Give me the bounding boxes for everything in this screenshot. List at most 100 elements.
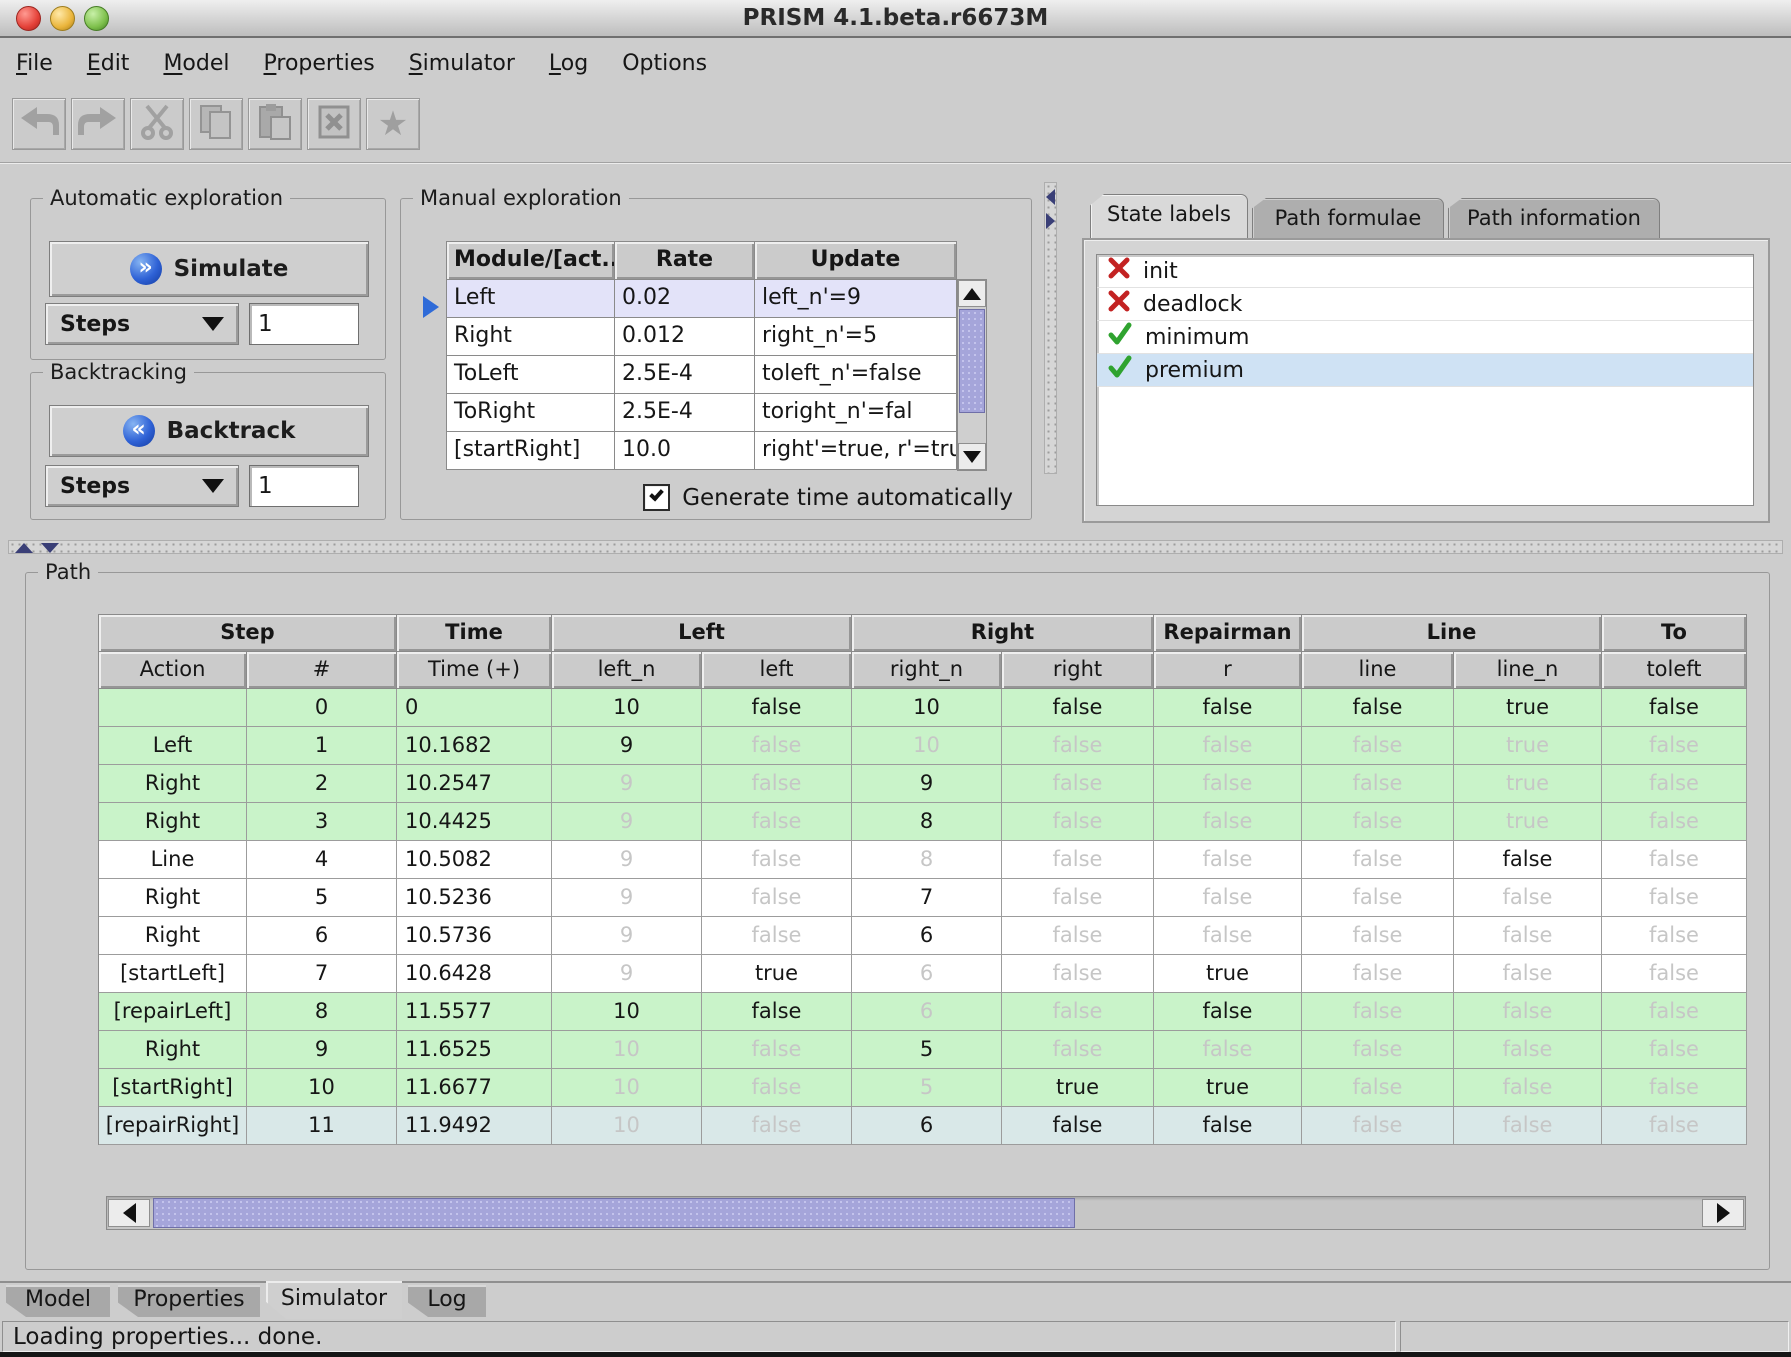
path-cell-r8-line[interactable]: false <box>1302 993 1454 1031</box>
path-cell-r4-right[interactable]: false <box>1002 841 1154 879</box>
collapse-left-icon[interactable] <box>1046 189 1055 205</box>
path-cell-r1-Action[interactable]: Left <box>99 727 247 765</box>
path-cell-r11-left[interactable]: false <box>702 1107 852 1145</box>
path-cell-r0-line_n[interactable]: true <box>1454 689 1602 727</box>
menu-properties[interactable]: Properties <box>264 51 375 76</box>
path-cell-r3-line[interactable]: false <box>1302 803 1454 841</box>
path-column-header[interactable]: line <box>1302 652 1454 689</box>
backtrack-steps-dropdown[interactable]: Steps <box>45 465 239 507</box>
path-cell-r5-line_n[interactable]: false <box>1454 879 1602 917</box>
collapse-down-icon[interactable] <box>41 543 59 553</box>
path-cell-r7-line_n[interactable]: false <box>1454 955 1602 993</box>
path-cell-r9-right[interactable]: false <box>1002 1031 1154 1069</box>
path-cell-r3-toleft[interactable]: false <box>1602 803 1747 841</box>
path-cell-r10-left[interactable]: false <box>702 1069 852 1107</box>
path-cell-r5-line[interactable]: false <box>1302 879 1454 917</box>
path-cell-r8-Action[interactable]: [repairLeft] <box>99 993 247 1031</box>
scroll-left-button[interactable] <box>108 1199 150 1227</box>
menu-edit[interactable]: Edit <box>87 51 130 76</box>
path-cell-r3-#[interactable]: 3 <box>247 803 397 841</box>
path-cell-r10-right[interactable]: true <box>1002 1069 1154 1107</box>
path-cell-r5-toleft[interactable]: false <box>1602 879 1747 917</box>
scrollbar-thumb[interactable] <box>153 1198 1075 1228</box>
path-cell-r9-left_n[interactable]: 10 <box>552 1031 702 1069</box>
path-cell-r1-Time(+)[interactable]: 10.1682 <box>397 727 552 765</box>
path-cell-r11-Action[interactable]: [repairRight] <box>99 1107 247 1145</box>
path-cell-r7-Action[interactable]: [startLeft] <box>99 955 247 993</box>
path-cell-r3-left_n[interactable]: 9 <box>552 803 702 841</box>
path-cell-r6-Time(+)[interactable]: 10.5736 <box>397 917 552 955</box>
path-cell-r5-left[interactable]: false <box>702 879 852 917</box>
backtrack-steps-input[interactable]: 1 <box>249 465 359 507</box>
path-cell-r2-toleft[interactable]: false <box>1602 765 1747 803</box>
path-cell-r7-r[interactable]: true <box>1154 955 1302 993</box>
path-cell-r1-r[interactable]: false <box>1154 727 1302 765</box>
path-column-header[interactable]: right_n <box>852 652 1002 689</box>
path-cell-r2-left_n[interactable]: 9 <box>552 765 702 803</box>
tab-path-information[interactable]: Path information <box>1448 198 1660 238</box>
path-cell-r2-line_n[interactable]: true <box>1454 765 1602 803</box>
menu-options[interactable]: Options <box>622 51 707 76</box>
path-cell-r6-left[interactable]: false <box>702 917 852 955</box>
horizontal-splitter[interactable] <box>8 540 1783 554</box>
state-label-item-init[interactable]: init <box>1097 255 1753 288</box>
path-cell-r7-line[interactable]: false <box>1302 955 1454 993</box>
generate-time-checkbox[interactable] <box>643 484 670 511</box>
path-cell-r8-right[interactable]: false <box>1002 993 1154 1031</box>
path-cell-r4-#[interactable]: 4 <box>247 841 397 879</box>
path-cell-r7-left[interactable]: true <box>702 955 852 993</box>
path-cell-r4-line_n[interactable]: false <box>1454 841 1602 879</box>
path-cell-r9-line_n[interactable]: false <box>1454 1031 1602 1069</box>
cut-button[interactable] <box>130 98 184 150</box>
path-cell-r5-Time(+)[interactable]: 10.5236 <box>397 879 552 917</box>
path-cell-r4-Time(+)[interactable]: 10.5082 <box>397 841 552 879</box>
menu-model[interactable]: Model <box>163 51 229 76</box>
manual-table-vertical-scrollbar[interactable] <box>957 279 987 471</box>
path-cell-r2-right_n[interactable]: 9 <box>852 765 1002 803</box>
state-label-item-minimum[interactable]: minimum <box>1097 321 1753 354</box>
path-cell-r3-Action[interactable]: Right <box>99 803 247 841</box>
undo-button[interactable] <box>12 98 66 150</box>
manual-column-header[interactable]: Module/[act... <box>447 242 615 280</box>
path-cell-r6-right[interactable]: false <box>1002 917 1154 955</box>
manual-column-header[interactable]: Rate <box>615 242 755 280</box>
scrollbar-thumb[interactable] <box>959 309 985 413</box>
path-cell-r11-left_n[interactable]: 10 <box>552 1107 702 1145</box>
path-cell-r8-r[interactable]: false <box>1154 993 1302 1031</box>
path-cell-r0-toleft[interactable]: false <box>1602 689 1747 727</box>
path-column-header[interactable]: right <box>1002 652 1154 689</box>
simulate-steps-input[interactable]: 1 <box>249 303 359 345</box>
manual-table-cell[interactable]: [startRight] <box>447 432 615 470</box>
tab-properties[interactable]: Properties <box>118 1285 260 1317</box>
path-cell-r0-left_n[interactable]: 10 <box>552 689 702 727</box>
path-cell-r3-right_n[interactable]: 8 <box>852 803 1002 841</box>
path-cell-r11-r[interactable]: false <box>1154 1107 1302 1145</box>
path-cell-r8-Time(+)[interactable]: 11.5577 <box>397 993 552 1031</box>
path-cell-r2-left[interactable]: false <box>702 765 852 803</box>
path-cell-r7-toleft[interactable]: false <box>1602 955 1747 993</box>
scroll-right-button[interactable] <box>1702 1199 1744 1227</box>
path-cell-r6-right_n[interactable]: 6 <box>852 917 1002 955</box>
path-cell-r0-r[interactable]: false <box>1154 689 1302 727</box>
path-cell-r4-r[interactable]: false <box>1154 841 1302 879</box>
path-cell-r9-Action[interactable]: Right <box>99 1031 247 1069</box>
path-cell-r9-#[interactable]: 9 <box>247 1031 397 1069</box>
manual-table-cell[interactable]: toright_n'=fal <box>755 394 957 432</box>
path-cell-r5-right[interactable]: false <box>1002 879 1154 917</box>
manual-table-cell[interactable]: 0.02 <box>615 280 755 318</box>
path-cell-r10-Time(+)[interactable]: 11.6677 <box>397 1069 552 1107</box>
path-cell-r8-line_n[interactable]: false <box>1454 993 1602 1031</box>
path-cell-r11-line_n[interactable]: false <box>1454 1107 1602 1145</box>
path-cell-r1-right_n[interactable]: 10 <box>852 727 1002 765</box>
path-cell-r10-toleft[interactable]: false <box>1602 1069 1747 1107</box>
path-cell-r1-toleft[interactable]: false <box>1602 727 1747 765</box>
tab-path-formulae[interactable]: Path formulae <box>1252 198 1444 238</box>
state-label-item-premium[interactable]: premium <box>1097 354 1753 387</box>
scroll-up-button[interactable] <box>958 280 986 307</box>
manual-table-cell[interactable]: left_n'=9 <box>755 280 957 318</box>
title-bar[interactable]: PRISM 4.1.beta.r6673M <box>0 0 1791 38</box>
path-column-header[interactable]: # <box>247 652 397 689</box>
path-cell-r1-left[interactable]: false <box>702 727 852 765</box>
path-cell-r2-right[interactable]: false <box>1002 765 1154 803</box>
path-column-header[interactable]: left <box>702 652 852 689</box>
